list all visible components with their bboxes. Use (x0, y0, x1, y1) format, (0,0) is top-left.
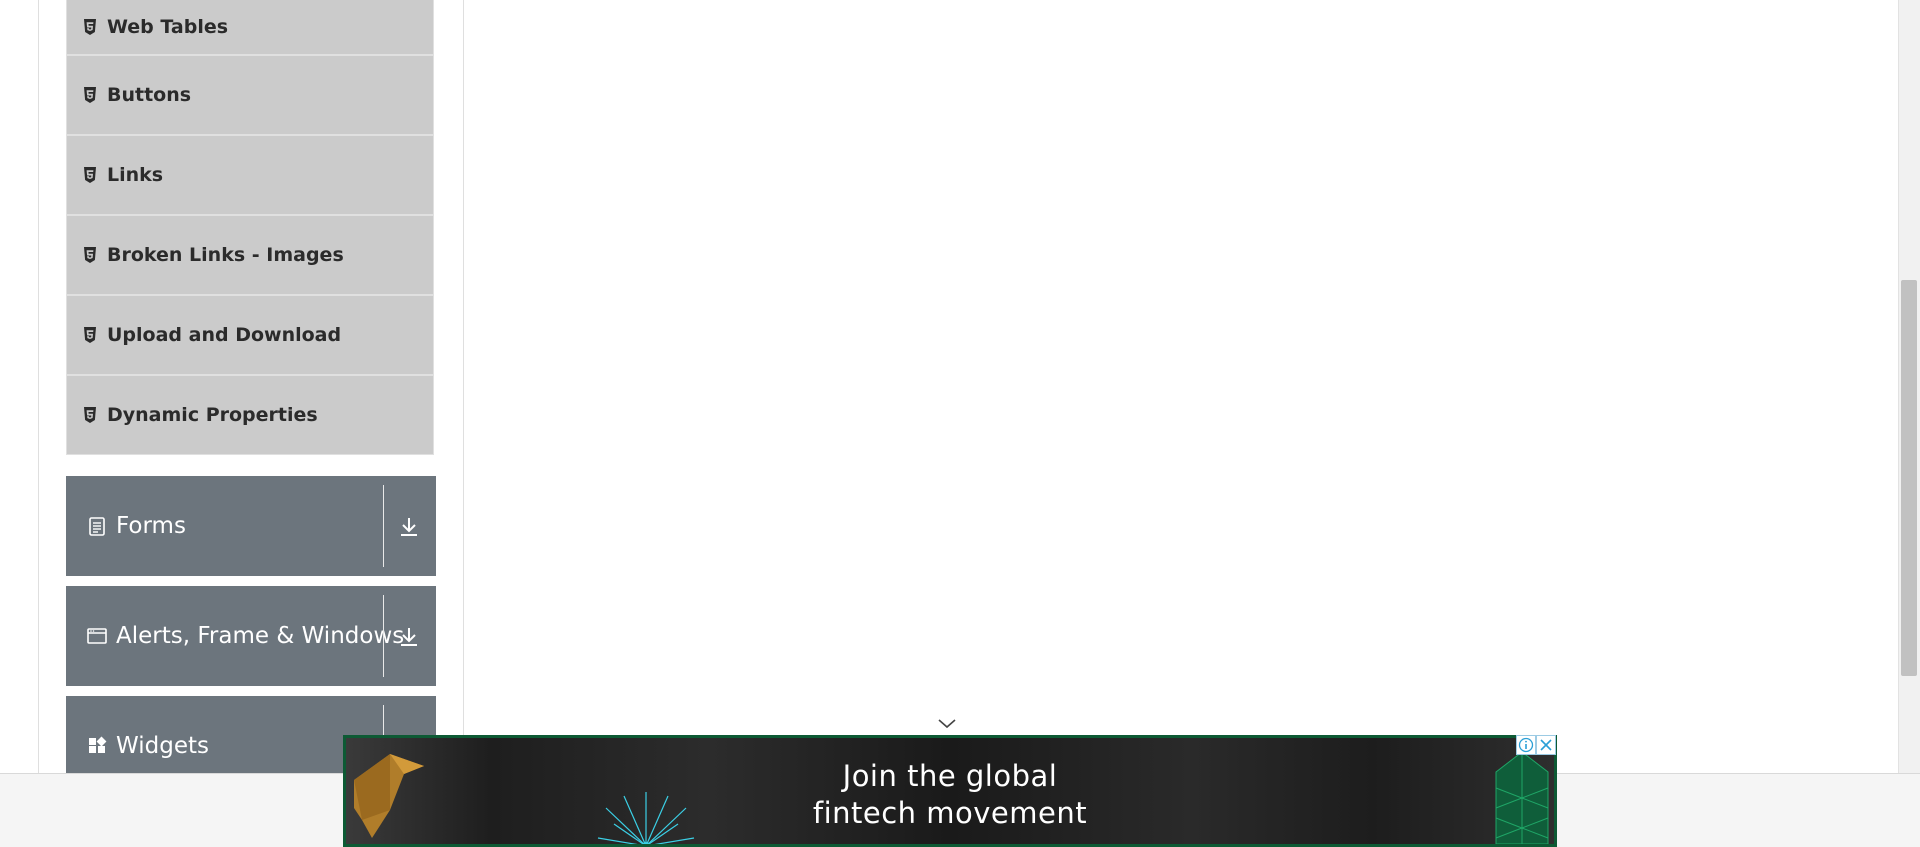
html5-icon (83, 327, 97, 343)
html5-icon (83, 247, 97, 263)
menu-item-buttons[interactable]: Buttons (66, 55, 434, 135)
download-arrow-icon[interactable] (396, 514, 422, 540)
widgets-icon (86, 735, 108, 757)
menu-item-web-tables[interactable]: Web Tables (66, 0, 434, 55)
close-icon[interactable] (1536, 735, 1556, 755)
html5-icon (83, 87, 97, 103)
html5-icon (83, 407, 97, 423)
menu-item-dynamic-properties[interactable]: Dynamic Properties (66, 375, 434, 455)
html5-icon (83, 19, 97, 35)
document-icon (86, 515, 108, 537)
download-arrow-icon[interactable] (396, 624, 422, 650)
menu-item-label: Buttons (107, 84, 192, 106)
ad-headline: Join the global fintech movement (346, 758, 1554, 832)
ad-headline-line-1: Join the global (842, 759, 1058, 793)
menu-item-label: Links (107, 164, 164, 186)
page: Web Tables Buttons Links Broken Links - … (0, 0, 1920, 847)
menu-item-upload-download[interactable]: Upload and Download (66, 295, 434, 375)
group-header-alerts-frame-windows[interactable]: Alerts, Frame & Windows (66, 586, 436, 686)
group-header-forms[interactable]: Forms (66, 476, 436, 576)
window-icon (86, 625, 108, 647)
group-label: Forms (116, 513, 186, 539)
left-panel: Web Tables Buttons Links Broken Links - … (38, 0, 464, 796)
chevron-down-icon[interactable] (936, 716, 958, 732)
menu-item-label: Dynamic Properties (107, 404, 318, 426)
html5-icon (83, 167, 97, 183)
menu-item-label: Web Tables (107, 16, 229, 38)
menu-item-broken-links[interactable]: Broken Links - Images (66, 215, 434, 295)
ad-banner[interactable]: Join the global fintech movement (343, 735, 1557, 847)
menu-item-label: Upload and Download (107, 324, 342, 346)
elements-menu-list: Web Tables Buttons Links Broken Links - … (66, 0, 434, 455)
group-divider (383, 485, 384, 567)
menu-item-label: Broken Links - Images (107, 244, 344, 266)
ad-headline-line-2: fintech movement (812, 796, 1088, 830)
scrollbar-thumb[interactable] (1901, 280, 1917, 676)
group-label: Alerts, Frame & Windows (116, 623, 405, 649)
menu-item-links[interactable]: Links (66, 135, 434, 215)
group-divider (383, 595, 384, 677)
ad-info-icon[interactable] (1516, 735, 1536, 755)
